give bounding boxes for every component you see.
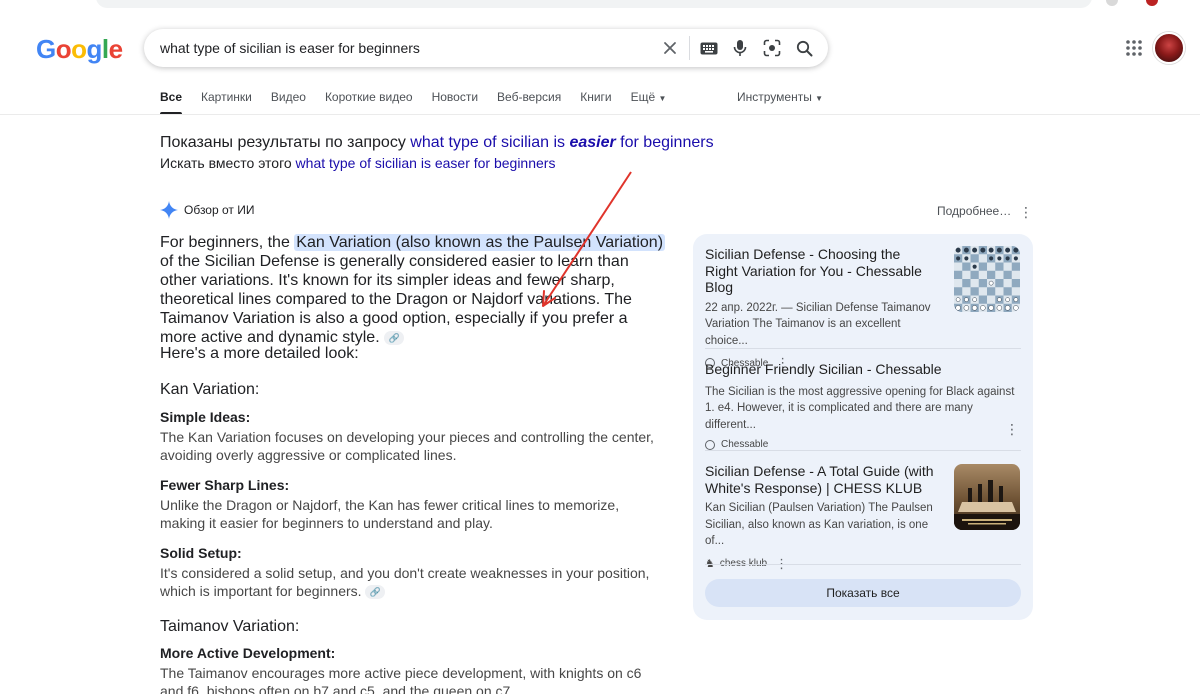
source-title[interactable]: Sicilian Defense - A Total Guide (with W…: [705, 463, 941, 496]
detail-heading: Here's a more detailed look:: [160, 345, 359, 362]
solid-setup-body: It's considered a solid setup, and you d…: [160, 565, 650, 599]
search-input[interactable]: [160, 38, 640, 58]
tab-books[interactable]: Книги: [580, 89, 611, 115]
tab-more[interactable]: Ещё ▼: [631, 89, 667, 115]
sources-panel: Sicilian Defense - Choosing the Right Va…: [693, 234, 1033, 620]
tab-images[interactable]: Картинки: [201, 89, 252, 115]
tabs-divider: [0, 114, 1200, 115]
highlighted-text: Kan Variation (also known as the Paulsen…: [294, 234, 666, 251]
logo-letter: g: [86, 34, 103, 64]
logo-letter: G: [36, 34, 56, 64]
keyboard-icon[interactable]: [699, 38, 719, 58]
tab-web[interactable]: Веб-версия: [497, 89, 561, 115]
profile-icon[interactable]: [1146, 0, 1158, 6]
tab-news[interactable]: Новости: [432, 89, 478, 115]
active-development-title: More Active Development:: [160, 645, 336, 661]
search-instead: Искать вместо этого what type of sicilia…: [160, 154, 555, 172]
corrected-query-link[interactable]: what type of sicilian is easier for begi…: [410, 134, 713, 151]
globe-icon: [705, 439, 715, 450]
fewer-lines-body: Unlike the Dragon or Najdorf, the Kan ha…: [160, 497, 620, 531]
simple-ideas-title: Simple Ideas:: [160, 409, 251, 425]
tab-more-label: Ещё: [630, 90, 656, 104]
simple-ideas-body: The Kan Variation focuses on developing …: [160, 429, 654, 463]
corrected-word: easier: [569, 134, 616, 151]
chess-guide-thumbnail[interactable]: [954, 464, 1020, 530]
tools-label: Инструменты: [737, 90, 812, 104]
ai-overview-header: Обзор от ИИ: [160, 201, 254, 219]
corrected-query-part: for beginners: [615, 134, 714, 151]
solid-setup-title: Solid Setup:: [160, 545, 242, 561]
link-icon[interactable]: 🔗: [384, 330, 405, 345]
search-divider: [689, 36, 690, 60]
link-icon[interactable]: 🔗: [365, 584, 386, 599]
search-tabs: Все Картинки Видео Короткие видео Новост…: [160, 89, 685, 115]
source-snippet: Kan Sicilian (Paulsen Variation) The Pau…: [705, 502, 933, 547]
corrected-query-part: what type of sicilian is: [410, 134, 570, 151]
tools-button[interactable]: Инструменты ▼: [737, 90, 823, 104]
more-options-icon[interactable]: ⋮: [1005, 421, 1019, 437]
logo-letter: o: [55, 34, 72, 64]
browser-toolbar: [0, 0, 1200, 12]
search-box: [144, 29, 828, 67]
source-meta: Chessable: [705, 439, 1021, 450]
source-snippet: 22 апр. 2022г. — Sicilian Defense Taiman…: [705, 301, 931, 347]
logo-letter: o: [71, 34, 87, 64]
fewer-lines-title: Fewer Sharp Lines:: [160, 477, 290, 493]
summary-text: For beginners, the: [160, 234, 295, 251]
google-logo[interactable]: Google: [36, 36, 123, 62]
search-instead-prefix: Искать вместо этого: [160, 155, 296, 171]
tab-videos[interactable]: Видео: [271, 89, 306, 115]
chevron-down-icon: ▼: [658, 94, 667, 103]
logo-letter: l: [101, 34, 109, 64]
source-title[interactable]: Sicilian Defense - Choosing the Right Va…: [705, 246, 935, 296]
source-divider: [705, 348, 1021, 349]
tab-all[interactable]: Все: [160, 89, 183, 115]
chevron-down-icon: ▼: [815, 94, 824, 103]
show-all-button[interactable]: Показать все: [705, 579, 1021, 607]
original-query-link[interactable]: what type of sicilian is easer for begin…: [296, 155, 556, 171]
browser-address-bar[interactable]: [96, 0, 1092, 8]
source-item[interactable]: Beginner Friendly Sicilian - Chessable T…: [705, 361, 1021, 450]
source-title[interactable]: Beginner Friendly Sicilian - Chessable: [705, 361, 1021, 378]
logo-letter: e: [108, 34, 123, 64]
kan-heading: Kan Variation:: [160, 381, 260, 398]
clear-icon[interactable]: [660, 38, 680, 58]
tab-short-videos[interactable]: Короткие видео: [325, 89, 413, 115]
solid-setup-paragraph: It's considered a solid setup, and you d…: [160, 565, 666, 600]
ai-overview-summary: For beginners, the Kan Variation (also k…: [160, 233, 666, 347]
taimanov-heading: Taimanov Variation:: [160, 618, 300, 635]
showing-results-for: Показаны результаты по запросу what type…: [160, 133, 714, 153]
extension-icon[interactable]: [1106, 0, 1118, 6]
search-icon[interactable]: [794, 38, 814, 58]
source-site: Chessable: [721, 439, 769, 450]
learn-more-link[interactable]: Подробнее…: [937, 204, 1011, 218]
active-development-body: The Taimanov encourages more active piec…: [160, 665, 642, 694]
source-snippet: The Sicilian is the most aggressive open…: [705, 385, 1015, 431]
more-options-icon[interactable]: ⋮: [1019, 204, 1033, 220]
apps-grid-icon[interactable]: [1124, 38, 1144, 58]
lens-icon[interactable]: [762, 38, 782, 58]
chessboard-thumbnail[interactable]: [954, 246, 1020, 312]
avatar[interactable]: [1153, 32, 1185, 64]
source-divider: [705, 564, 1021, 565]
ai-overview-title: Обзор от ИИ: [184, 203, 255, 217]
source-divider: [705, 450, 1021, 451]
microphone-icon[interactable]: [730, 38, 750, 58]
gemini-sparkle-icon: [160, 201, 178, 219]
showing-prefix: Показаны результаты по запросу: [160, 134, 411, 151]
